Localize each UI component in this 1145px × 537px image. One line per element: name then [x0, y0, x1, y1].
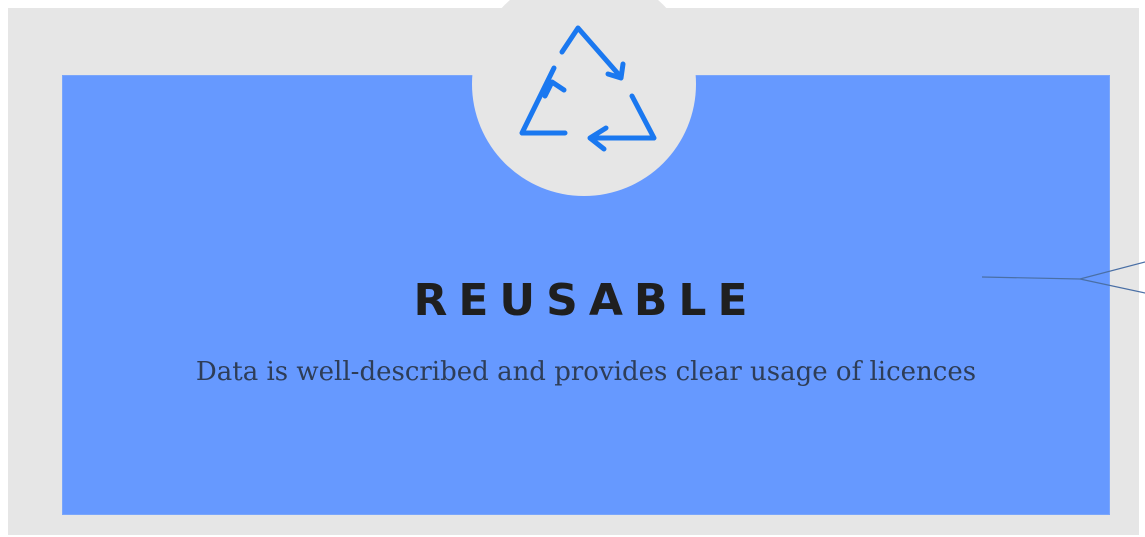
diagram-canvas: REUSABLE Data is well-described and prov…	[0, 0, 1145, 537]
card-title: REUSABLE	[413, 275, 759, 326]
card-description: Data is well-described and provides clea…	[195, 357, 977, 387]
recycle-icon	[519, 25, 657, 152]
